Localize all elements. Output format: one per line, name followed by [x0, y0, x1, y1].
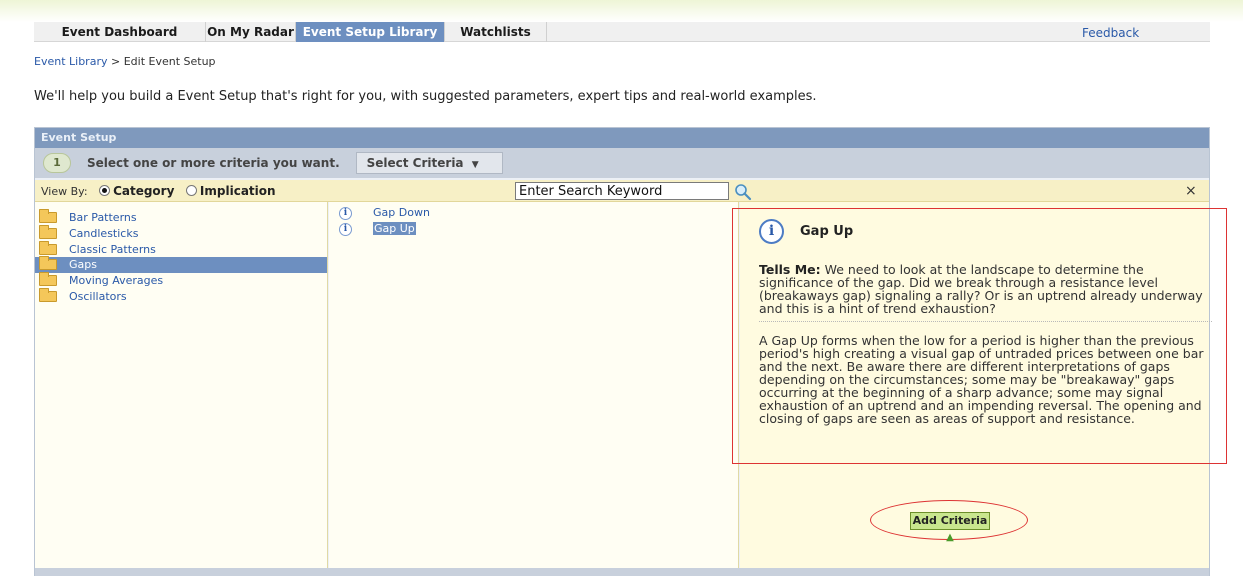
dropdown-arrow-icon: ▼: [471, 160, 479, 170]
search-icon[interactable]: [734, 183, 752, 201]
info-icon[interactable]: i: [339, 207, 352, 220]
category-label: Moving Averages: [69, 274, 164, 288]
divider: [759, 321, 1212, 322]
radio-implication-label: Implication: [199, 184, 276, 198]
breadcrumb: Event Library > Edit Event Setup: [34, 55, 216, 68]
category-label: Classic Patterns: [69, 242, 156, 256]
breadcrumb-event-library-link[interactable]: Event Library: [34, 55, 107, 68]
folder-icon: [39, 272, 57, 287]
tells-me-text: Tells Me: We need to look at the landsca…: [759, 263, 1212, 315]
intro-text: We'll help you build a Event Setup that'…: [34, 89, 817, 104]
select-criteria-button[interactable]: Select Criteria ▼: [355, 152, 503, 174]
category-candlesticks[interactable]: Candlesticks: [35, 224, 327, 242]
category-bar-patterns[interactable]: Bar Patterns: [35, 209, 327, 226]
close-icon[interactable]: ×: [1185, 183, 1197, 199]
tab-event-dashboard[interactable]: Event Dashboard: [34, 22, 206, 42]
arrow-up-icon: ▲: [946, 532, 954, 543]
folder-icon: [39, 287, 57, 302]
add-criteria-label: Add Criteria: [912, 514, 988, 527]
detail-pane: i Gap Up Tells Me: We need to look at th…: [732, 202, 1227, 568]
panel-footer-bar: [35, 568, 1209, 576]
category-classic-patterns[interactable]: Classic Patterns: [35, 240, 327, 258]
info-icon: i: [759, 218, 784, 244]
detail-description: A Gap Up forms when the low for a period…: [759, 333, 1204, 426]
tells-me-body: We need to look at the landscape to dete…: [759, 262, 1203, 316]
view-by-group: View By: Category Implication: [41, 184, 276, 198]
step-row: 1 Select one or more criteria you want. …: [35, 148, 1209, 178]
category-label: Oscillators: [69, 289, 127, 303]
detail-header: i Gap Up: [759, 217, 1212, 245]
radio-category[interactable]: [99, 185, 111, 196]
folder-icon: [39, 256, 57, 271]
category-list: Bar Patterns Candlesticks Classic Patter…: [35, 202, 328, 568]
tab-watchlists[interactable]: Watchlists: [445, 22, 547, 42]
radio-implication[interactable]: [185, 185, 197, 196]
search-input[interactable]: [515, 182, 729, 200]
criteria-label: Gap Up: [373, 222, 416, 235]
detail-highlight-box: i Gap Up Tells Me: We need to look at th…: [732, 208, 1227, 464]
category-moving-averages[interactable]: Moving Averages: [35, 272, 327, 289]
main-nav: Event Dashboard On My Radar Event Setup …: [34, 22, 1210, 42]
category-oscillators[interactable]: Oscillators: [35, 287, 327, 305]
criteria-gap-up[interactable]: i Gap Up: [329, 221, 738, 237]
step-instruction: Select one or more criteria you want.: [87, 156, 340, 170]
breadcrumb-current: Edit Event Setup: [123, 55, 216, 68]
detail-title: Gap Up: [800, 223, 854, 239]
folder-icon: [39, 240, 57, 255]
info-icon[interactable]: i: [339, 223, 352, 236]
criteria-label: Gap Down: [373, 206, 430, 219]
category-label: Gaps: [69, 258, 97, 272]
category-label: Candlesticks: [69, 226, 139, 240]
view-by-label: View By:: [41, 185, 88, 198]
add-criteria-button[interactable]: Add Criteria ▲: [910, 512, 990, 543]
step-number-badge: 1: [43, 153, 71, 173]
category-gaps[interactable]: Gaps: [35, 256, 327, 274]
criteria-gap-down[interactable]: i Gap Down: [329, 205, 738, 221]
category-label: Bar Patterns: [69, 211, 137, 224]
tab-event-setup-library[interactable]: Event Setup Library: [296, 22, 445, 42]
folder-icon: [39, 209, 57, 223]
criteria-list: i Gap Down i Gap Up: [329, 202, 739, 568]
event-setup-panel: Event Setup 1 Select one or more criteri…: [34, 127, 1227, 576]
breadcrumb-separator: >: [107, 55, 124, 68]
filter-row: View By: Category Implication ×: [35, 180, 1209, 202]
feedback-link[interactable]: Feedback: [1082, 22, 1210, 41]
add-criteria-highlight: Add Criteria ▲: [870, 500, 1028, 543]
panel-title: Event Setup: [35, 128, 1209, 148]
radio-category-label: Category: [113, 184, 175, 198]
top-gradient-bar: [0, 0, 1243, 22]
tab-on-my-radar[interactable]: On My Radar: [206, 22, 296, 42]
folder-icon: [39, 224, 57, 239]
select-criteria-label: Select Criteria: [366, 156, 464, 170]
